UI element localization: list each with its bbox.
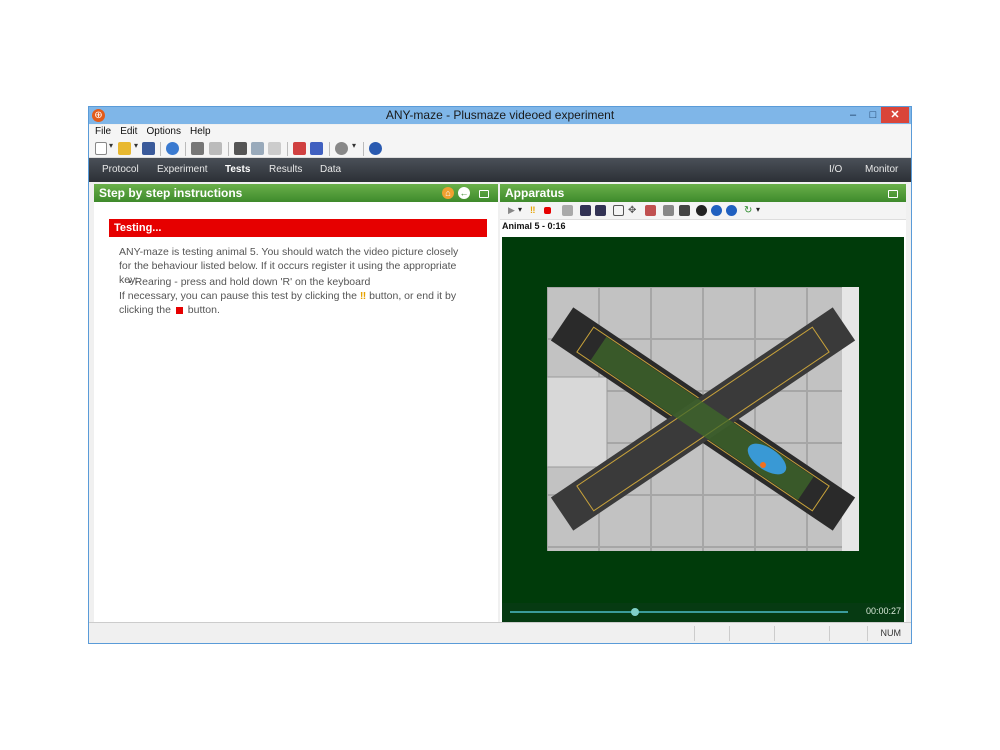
stop-icon	[175, 306, 183, 314]
zone-icon[interactable]	[645, 205, 656, 216]
toolbar-separator	[185, 142, 186, 156]
bedding-box	[547, 376, 608, 468]
video-view[interactable]: 00:00:27	[502, 237, 904, 622]
toolbar-separator	[287, 142, 288, 156]
tab-results[interactable]: Results	[269, 164, 302, 175]
menu-edit[interactable]: Edit	[120, 125, 137, 139]
status-divider	[729, 626, 730, 641]
testing-banner: Testing...	[109, 219, 487, 237]
menu-file[interactable]: File	[95, 125, 111, 139]
toolbar-separator	[160, 142, 161, 156]
record-icon[interactable]	[166, 142, 179, 155]
tab-protocol[interactable]: Protocol	[102, 164, 139, 175]
record-circle-icon[interactable]	[696, 205, 707, 216]
playback-bar: 00:00:27	[502, 603, 904, 622]
toolbar-separator	[363, 142, 364, 156]
window-title: ANY-maze - Plusmaze videoed experiment	[385, 108, 615, 122]
apparatus-panel: ▶ ▾ ‼ ✥ ↻ ▾ Animal 5 - 0:16 00:00:27	[500, 202, 906, 622]
panel-maximize-icon[interactable]	[888, 190, 898, 198]
new-icon[interactable]	[95, 142, 107, 155]
instructions-panel-header: Step by step instructions ⌂ ←	[94, 184, 498, 202]
tab-tests[interactable]: Tests	[225, 164, 250, 175]
status-divider	[829, 626, 830, 641]
menu-bar: File Edit Options Help	[89, 125, 911, 139]
apparatus-toolbar: ▶ ▾ ‼ ✥ ↻ ▾	[500, 202, 906, 220]
back-arrow-icon[interactable]: ←	[458, 187, 470, 199]
playback-time: 00:00:27	[866, 606, 902, 616]
pause-instruction-text: If necessary, you can pause this test by…	[119, 289, 469, 317]
home-icon[interactable]: ⌂	[442, 187, 454, 199]
main-toolbar: ▾ ▾ ▾	[89, 139, 911, 158]
refresh-dropdown-icon[interactable]: ▾	[756, 205, 767, 216]
refresh-icon[interactable]: ↻	[744, 205, 755, 216]
playback-slider-handle[interactable]	[631, 608, 639, 616]
apparatus-panel-header: Apparatus	[500, 184, 906, 202]
marker-icon[interactable]	[562, 205, 573, 216]
report-icon[interactable]	[293, 142, 306, 155]
status-bar: NUM	[89, 622, 911, 643]
tab-experiment[interactable]: Experiment	[157, 164, 208, 175]
paste-icon[interactable]	[268, 142, 281, 155]
open-dropdown-icon[interactable]: ▾	[134, 141, 138, 150]
pause-icon[interactable]: ‼	[530, 205, 541, 216]
plus-maze-image	[547, 287, 859, 551]
playback-slider[interactable]	[510, 608, 848, 616]
animal-center-marker	[760, 462, 766, 468]
menu-options[interactable]: Options	[146, 125, 180, 139]
title-bar: ⊕ ANY-maze - Plusmaze videoed experiment…	[89, 107, 911, 124]
save-icon[interactable]	[142, 142, 155, 155]
print-icon[interactable]	[191, 142, 204, 155]
help-icon[interactable]	[369, 142, 382, 155]
undo-icon[interactable]	[580, 205, 591, 216]
skip-circle-icon[interactable]	[726, 205, 737, 216]
status-divider	[867, 626, 868, 641]
animal-label: Animal 5 - 0:16	[502, 221, 566, 231]
open-folder-icon[interactable]	[118, 142, 131, 155]
pause-icon: ‼	[359, 290, 367, 302]
center-icon[interactable]: ✥	[628, 205, 639, 216]
tab-data[interactable]: Data	[320, 164, 341, 175]
video-frame	[547, 287, 859, 551]
instructions-panel: Testing... ANY-maze is testing animal 5.…	[94, 202, 498, 622]
toolbar-separator	[228, 142, 229, 156]
app-window: ⊕ ANY-maze - Plusmaze videoed experiment…	[88, 106, 912, 644]
settings-icon[interactable]	[335, 142, 348, 155]
toolbar-separator	[329, 142, 330, 156]
pause-circle-icon[interactable]	[711, 205, 722, 216]
close-button[interactable]: ✕	[881, 107, 909, 123]
apparatus-panel-title: Apparatus	[505, 186, 565, 200]
nav-bar: Protocol Experiment Tests Results Data I…	[89, 158, 911, 182]
stop-icon[interactable]	[544, 207, 551, 214]
new-dropdown-icon[interactable]: ▾	[109, 141, 113, 150]
snapshot-icon[interactable]	[679, 205, 690, 216]
status-divider	[774, 626, 775, 641]
num-lock-indicator: NUM	[880, 628, 902, 638]
copy-icon[interactable]	[251, 142, 264, 155]
menu-help[interactable]: Help	[190, 125, 211, 139]
behaviour-list-item: • Rearing - press and hold down 'R' on t…	[128, 276, 371, 288]
tab-monitor[interactable]: Monitor	[865, 164, 898, 175]
panel-maximize-icon[interactable]	[479, 190, 489, 198]
play-dropdown-icon[interactable]: ▾	[518, 205, 529, 216]
pause-text-part1: If necessary, you can pause this test by…	[119, 290, 357, 302]
print-preview-icon[interactable]	[209, 142, 222, 155]
behaviour-text: Rearing - press and hold down 'R' on the…	[134, 276, 371, 288]
fit-icon[interactable]	[613, 205, 624, 216]
pause-text-part3: button.	[187, 304, 220, 316]
instructions-panel-title: Step by step instructions	[99, 186, 243, 200]
status-divider	[694, 626, 695, 641]
step-icon[interactable]	[595, 205, 606, 216]
settings-dropdown-icon[interactable]: ▾	[352, 141, 356, 150]
export-icon[interactable]	[310, 142, 323, 155]
tab-io[interactable]: I/O	[829, 164, 842, 175]
cut-icon[interactable]	[234, 142, 247, 155]
camera-icon[interactable]	[663, 205, 674, 216]
